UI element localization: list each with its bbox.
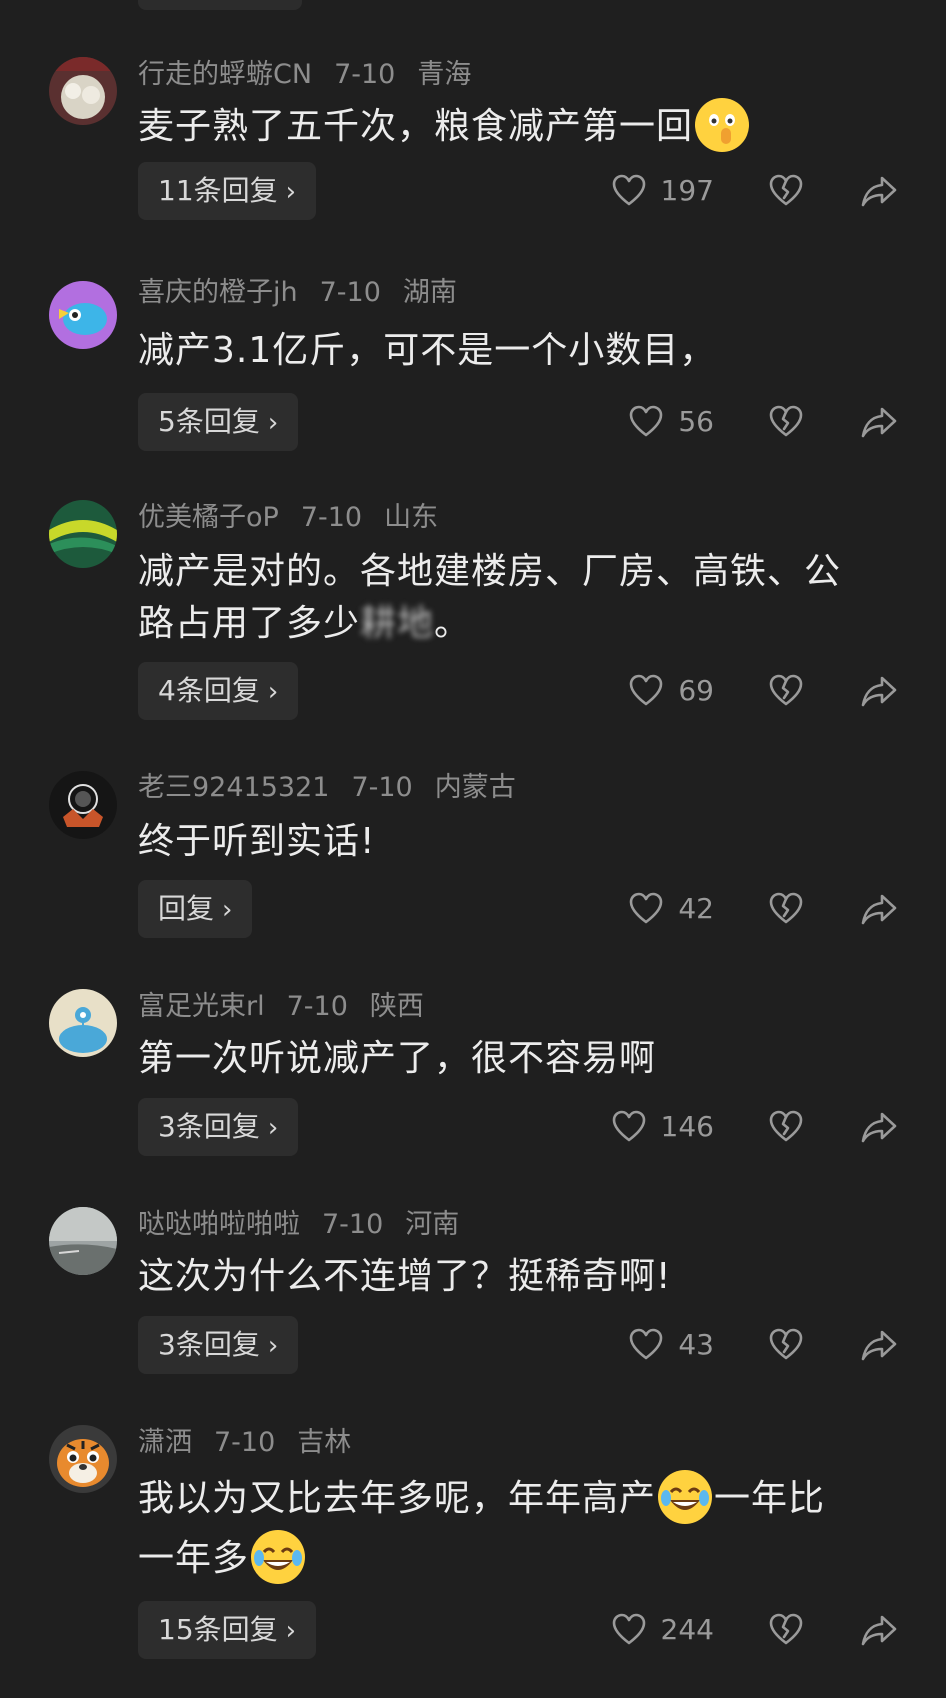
comment-location: 湖南 [402, 277, 457, 308]
comment-date: 7-10 [319, 277, 381, 308]
comment-text: 减产3.1亿斤，可不是一个小数目， [138, 330, 717, 371]
comment-meta: 喜庆的橙子jh 7-10 湖南 [138, 273, 479, 313]
like-count: 56 [678, 405, 714, 438]
like-button[interactable]: 197 [611, 162, 714, 220]
comment-meta: 富足光束rl 7-10 陕西 [138, 987, 446, 1027]
previous-reply-button-edge [138, 0, 302, 10]
heart-icon [630, 892, 663, 924]
heart-icon [612, 1110, 645, 1142]
username[interactable]: 优美橘子oP [138, 502, 279, 533]
comment-meta: 优美橘子oP 7-10 山东 [138, 498, 460, 538]
comment-text: 麦子熟了五千次，粮食减产第一回 [138, 98, 886, 155]
like-button[interactable]: 43 [628, 1316, 714, 1374]
username[interactable]: 潇洒 [138, 1427, 192, 1458]
comment-location: 山东 [384, 502, 439, 533]
comment-meta: 哒哒啪啦啪啦 7-10 河南 [138, 1205, 481, 1245]
heart-icon [612, 174, 645, 206]
broken-heart-icon[interactable] [768, 891, 804, 927]
like-count: 146 [660, 1110, 714, 1143]
like-button[interactable]: 146 [611, 1098, 714, 1156]
avatar[interactable] [49, 57, 117, 125]
like-button[interactable]: 56 [628, 393, 714, 451]
share-icon[interactable] [860, 1611, 898, 1649]
comment-date: 7-10 [300, 502, 363, 533]
share-icon[interactable] [860, 1108, 898, 1146]
comment-actions: 146 [0, 1098, 946, 1156]
avatar[interactable] [49, 500, 117, 568]
like-count: 69 [678, 674, 714, 707]
broken-heart-icon[interactable] [768, 173, 804, 209]
username[interactable]: 老三92415321 [138, 772, 329, 803]
heart-icon [630, 405, 663, 437]
comment-actions: 69 [0, 662, 946, 720]
comment-date: 7-10 [214, 1427, 276, 1458]
comment-location: 河南 [405, 1209, 460, 1240]
comment-actions: 43 [0, 1316, 946, 1374]
like-button[interactable]: 69 [628, 662, 714, 720]
comment-location: 吉林 [297, 1427, 352, 1458]
avatar[interactable] [49, 281, 117, 349]
heart-icon [630, 674, 663, 706]
comment-location: 青海 [417, 59, 472, 90]
comment-text: 终于听到实话! [138, 821, 376, 862]
comment-text: 这次为什么不连增了？挺稀奇啊! [138, 1256, 672, 1297]
like-button[interactable]: 244 [611, 1601, 714, 1659]
like-count: 43 [678, 1328, 714, 1361]
comment-text: 我以为又比去年多呢，年年高产 一年比 一年多 [138, 1469, 886, 1589]
broken-heart-icon[interactable] [768, 1327, 804, 1363]
avatar[interactable] [49, 989, 117, 1057]
share-icon[interactable] [860, 1326, 898, 1364]
share-icon[interactable] [860, 672, 898, 710]
comment-meta: 行走的蜉蝣CN 7-10 青海 [138, 55, 493, 95]
username[interactable]: 喜庆的橙子jh [138, 277, 298, 308]
share-icon[interactable] [860, 172, 898, 210]
comment-actions: 197 [0, 162, 946, 220]
like-button[interactable]: 42 [628, 880, 714, 938]
share-icon[interactable] [860, 403, 898, 441]
comment-date: 7-10 [286, 991, 348, 1022]
tears-of-joy-icon [251, 1530, 306, 1584]
comment-date: 7-10 [334, 59, 396, 90]
heart-icon [612, 1613, 645, 1645]
shushing-face-icon [695, 98, 750, 152]
blurred-word: 耕地 [360, 603, 435, 644]
username[interactable]: 哒哒啪啦啪啦 [138, 1209, 300, 1240]
username[interactable]: 行走的蜉蝣CN [138, 59, 312, 90]
broken-heart-icon[interactable] [768, 673, 804, 709]
comment-date: 7-10 [322, 1209, 384, 1240]
like-count: 197 [660, 174, 714, 207]
username[interactable]: 富足光束rl [138, 991, 265, 1022]
avatar[interactable] [49, 771, 117, 839]
comment-meta: 潇洒 7-10 吉林 [138, 1423, 373, 1463]
comment-actions: 56 [0, 393, 946, 451]
avatar[interactable] [49, 1207, 117, 1275]
broken-heart-icon[interactable] [768, 1109, 804, 1145]
comment-actions: 244 [0, 1601, 946, 1659]
comment-text: 第一次听说减产了，很不容易啊 [138, 1038, 657, 1079]
broken-heart-icon[interactable] [768, 1612, 804, 1648]
avatar[interactable] [49, 1425, 117, 1493]
like-count: 244 [660, 1613, 714, 1646]
comment-location: 内蒙古 [434, 772, 516, 803]
comment-text: 减产是对的。各地建楼房、厂房、高铁、公 路占用了多少耕地。 [138, 551, 842, 644]
share-icon[interactable] [860, 890, 898, 928]
tears-of-joy-icon [658, 1470, 713, 1524]
comment-date: 7-10 [351, 772, 413, 803]
broken-heart-icon[interactable] [768, 404, 804, 440]
heart-icon [630, 1328, 663, 1360]
comment-meta: 老三92415321 7-10 内蒙古 [138, 768, 538, 808]
comment-location: 陕西 [369, 991, 424, 1022]
like-count: 42 [678, 892, 714, 925]
comment-actions: 42 [0, 880, 946, 938]
